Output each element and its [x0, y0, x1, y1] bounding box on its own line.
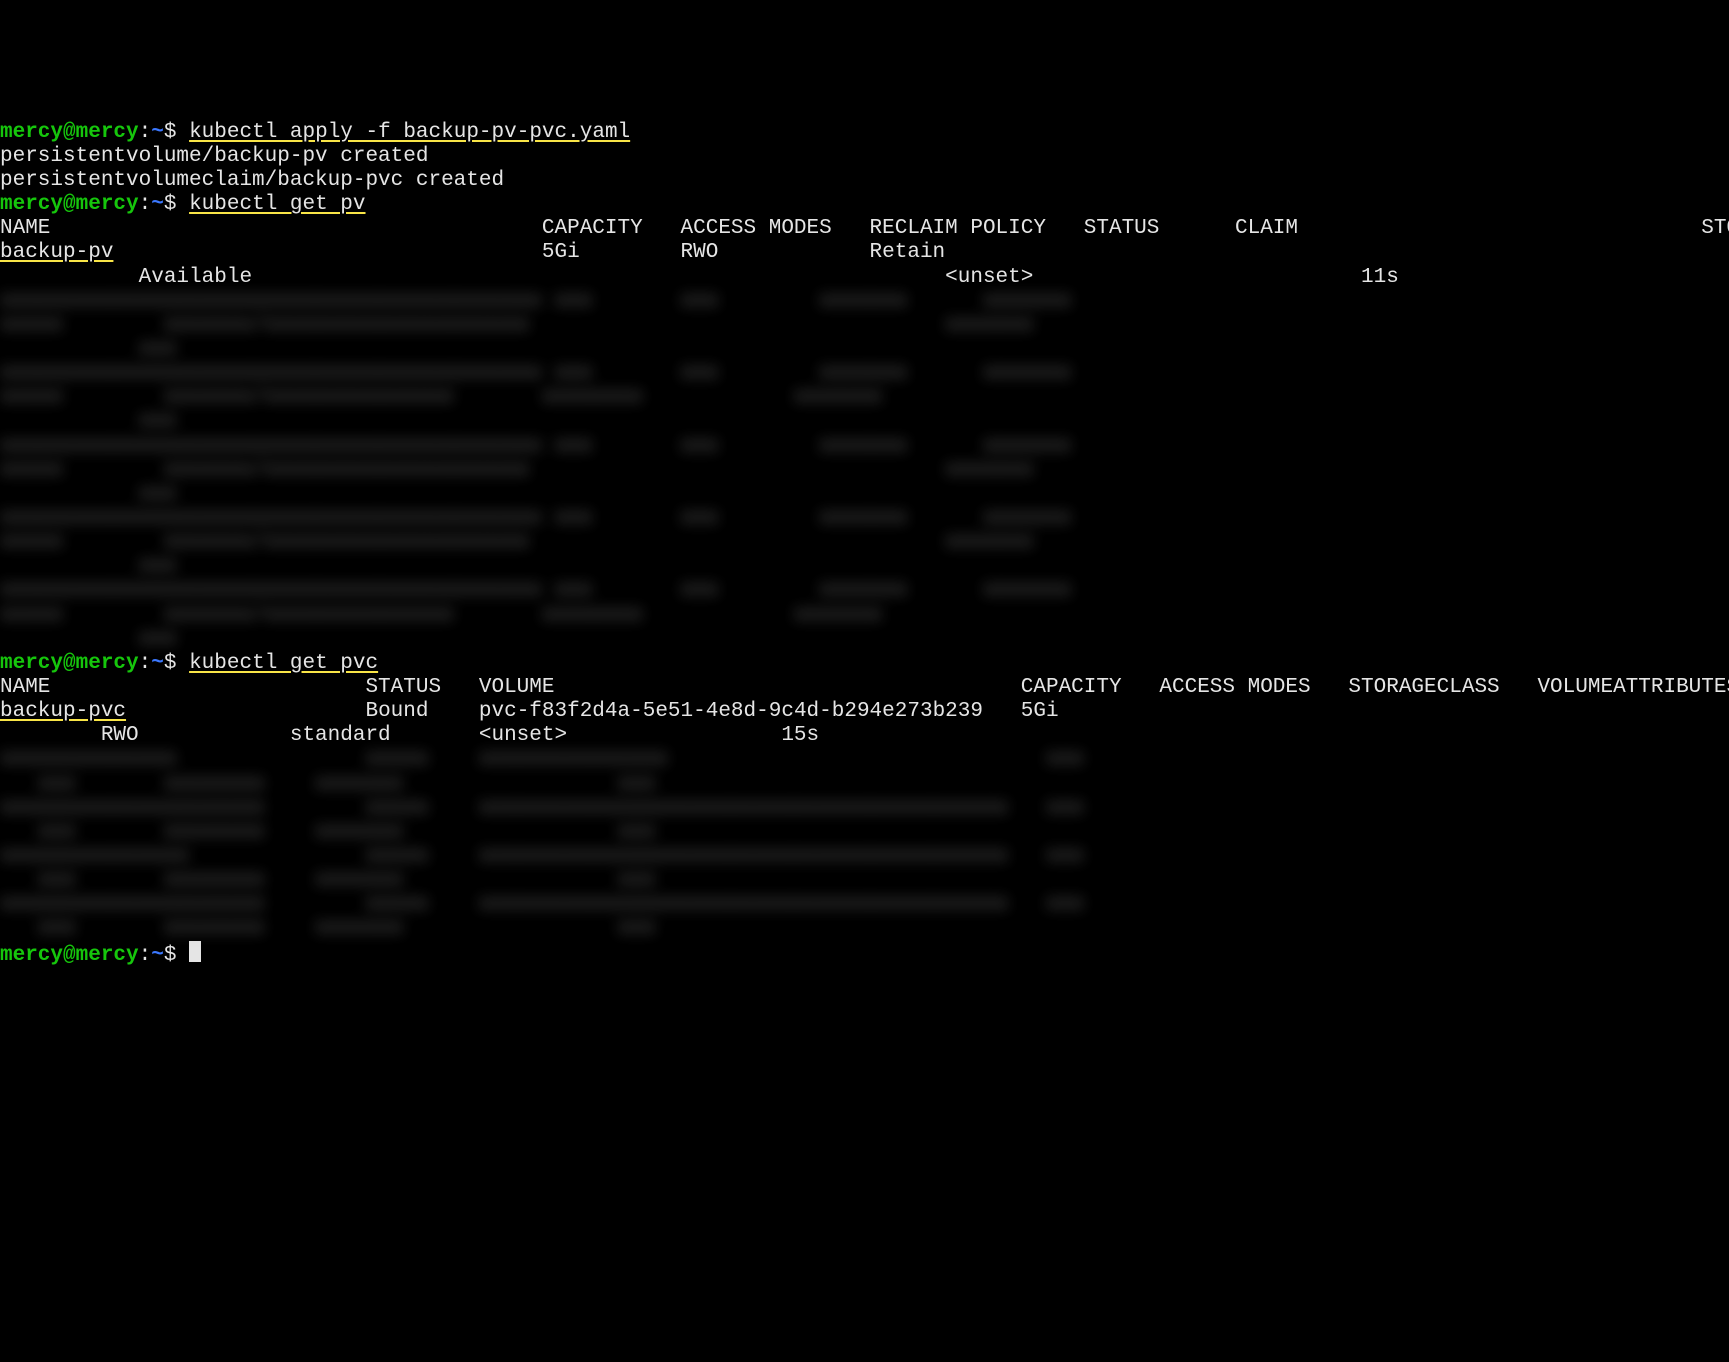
terminal[interactable]: mercy@mercy:~$ kubectl apply -f backup-p…: [0, 121, 1729, 979]
prompt: mercy@mercy:~$: [0, 944, 176, 967]
command-get-pv: kubectl get pv: [189, 193, 365, 216]
cursor-icon: [189, 941, 201, 962]
prompt: mercy@mercy:~$: [0, 193, 176, 216]
blurred-output: xxxxxxxxxxxxxx xxxxx xxxxxxxxxxxxxxx xxx…: [0, 748, 1084, 940]
pvc-row-name: backup-pvc: [0, 700, 126, 723]
pvc-row-line2: RWO standard <unset> 15s: [0, 724, 819, 747]
pv-row-rest: 5Gi RWO Retain: [113, 241, 945, 264]
pv-header: NAME CAPACITY ACCESS MODES RECLAIM POLIC…: [0, 217, 1729, 240]
pv-row-line2: Available <unset> 11s: [0, 266, 1399, 289]
command-apply: kubectl apply -f backup-pv-pvc.yaml: [189, 121, 630, 144]
pv-row-name: backup-pv: [0, 241, 113, 264]
pvc-header: NAME STATUS VOLUME CAPACITY ACCESS MODES…: [0, 676, 1729, 699]
output-line: persistentvolumeclaim/backup-pvc created: [0, 169, 504, 192]
prompt: mercy@mercy:~$: [0, 121, 176, 144]
command-get-pvc: kubectl get pvc: [189, 652, 378, 675]
output-line: persistentvolume/backup-pv created: [0, 145, 428, 168]
pvc-row-rest: Bound pvc-f83f2d4a-5e51-4e8d-9c4d-b294e2…: [126, 700, 1059, 723]
blurred-output: xxxxxxxxxxxxxxxxxxxxxxxxxxxxxxxxxxxxxxxx…: [0, 290, 1071, 651]
prompt: mercy@mercy:~$: [0, 652, 176, 675]
